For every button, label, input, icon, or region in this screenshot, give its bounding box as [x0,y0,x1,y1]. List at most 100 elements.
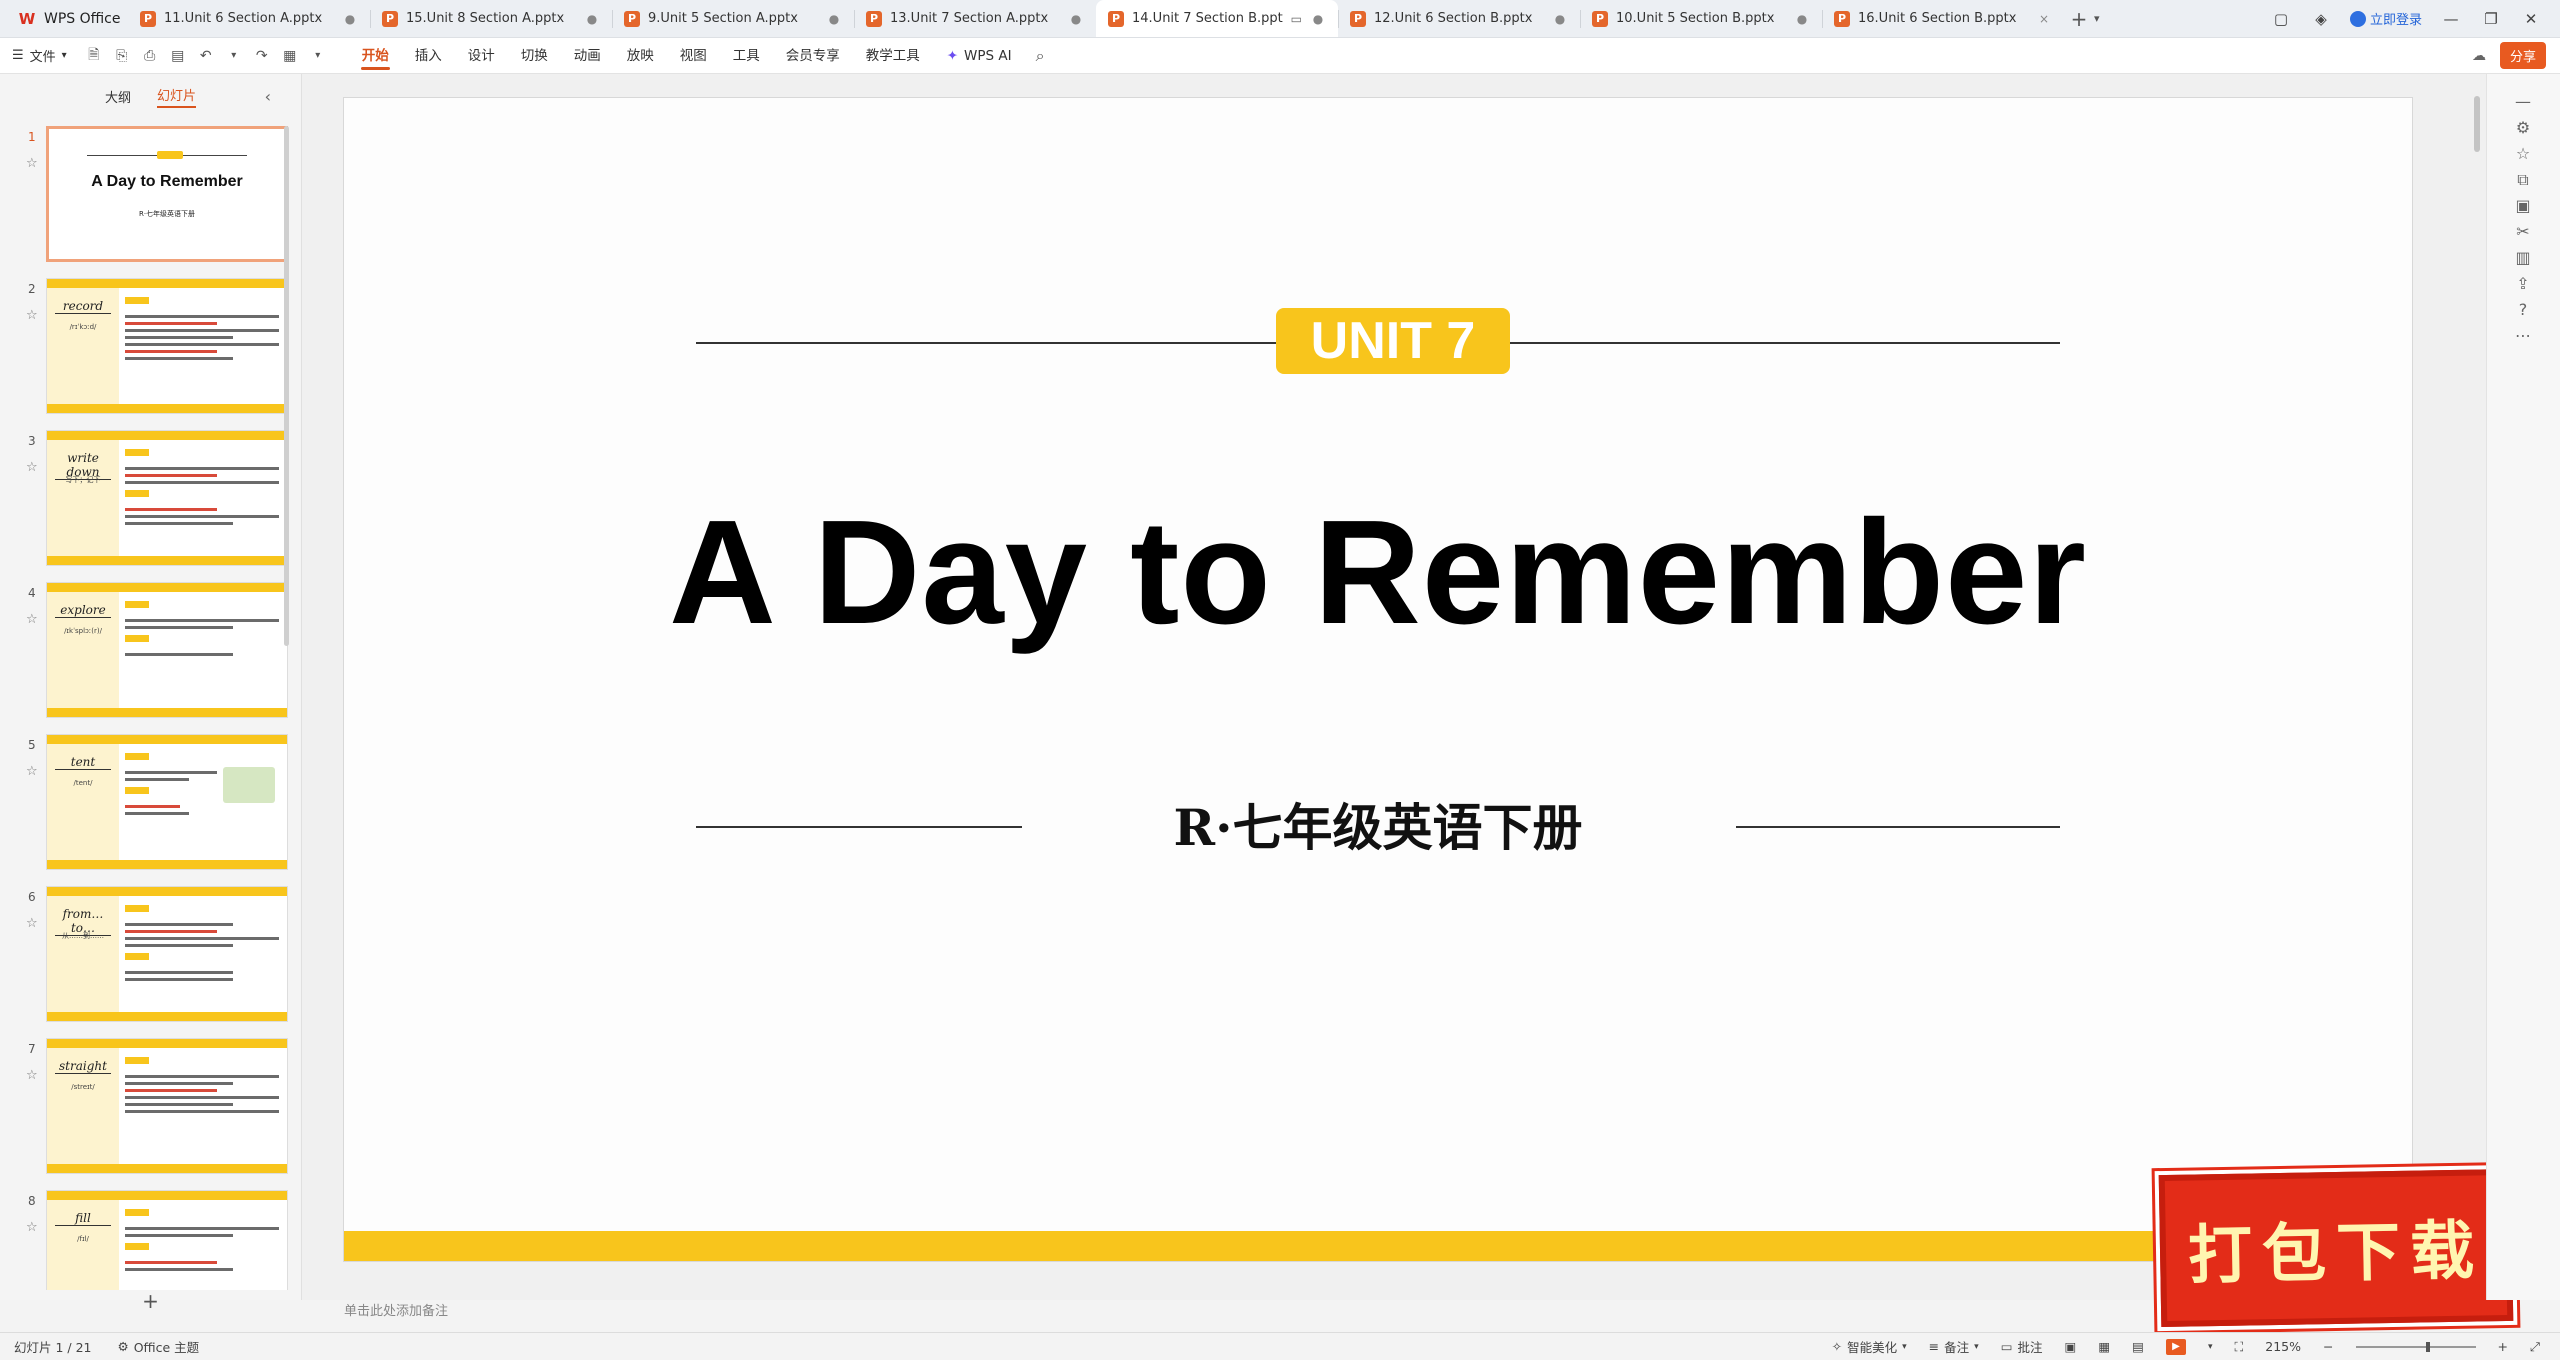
star-icon[interactable]: ☆ [26,764,38,779]
star-icon[interactable]: ☆ [26,916,38,931]
slide-thumb-row[interactable]: 5 ☆ tent /tent/ [0,734,302,870]
search-icon[interactable]: ⌕ [1026,46,1055,66]
tab-view[interactable]: 视图 [667,38,720,74]
star-icon[interactable]: ☆ [26,1220,38,1235]
export-pdf-icon[interactable]: ⎘ [113,48,131,64]
doc-tab[interactable]: P 13.Unit 7 Section A.pptx ● [854,0,1096,37]
cloud-sync-icon[interactable]: ☁ [2472,48,2486,64]
tab-close-icon[interactable]: ● [342,12,358,26]
tab-tools[interactable]: 工具 [720,38,773,74]
theme-indicator[interactable]: ⚙ Office 主题 [118,1337,200,1356]
tab-transitions[interactable]: 切换 [508,38,561,74]
doc-tab[interactable]: P 9.Unit 5 Section A.pptx ● [612,0,854,37]
star-icon[interactable]: ☆ [26,156,38,171]
redo-icon[interactable]: ↷ [253,48,271,64]
fullscreen-icon[interactable]: ⤢ [2530,1339,2540,1355]
smart-beautify-button[interactable]: ✧ 智能美化 ▾ [1832,1337,1907,1356]
slide-thumb-row[interactable]: 3 ☆ write down 写下；记下 [0,430,302,566]
tab-close-icon[interactable]: × [2036,12,2052,26]
star-icon[interactable]: ☆ [26,612,38,627]
slide-thumbnail[interactable]: from…to… 从……到…… [46,886,288,1022]
star-icon[interactable]: ☆ [26,1068,38,1083]
tab-animations[interactable]: 动画 [561,38,614,74]
panel-scrollbar[interactable] [284,126,289,646]
zoom-out-icon[interactable]: − [2323,1339,2333,1354]
slide-thumbnail[interactable]: record /rɪˈkɔːd/ [46,278,288,414]
book-icon[interactable]: ▥ [2513,248,2533,267]
window-layout-icon[interactable]: ▢ [2270,10,2292,28]
tab-insert[interactable]: 插入 [402,38,455,74]
star-icon[interactable]: ☆ [26,460,38,475]
slide-title[interactable]: A Day to Remember [344,488,2412,658]
minimize-icon[interactable]: — [2440,10,2462,28]
slide-thumb-row[interactable]: 7 ☆ straight /streɪt/ [0,1038,302,1174]
doc-tab[interactable]: P 15.Unit 8 Section A.pptx ● [370,0,612,37]
new-tab-plus-icon[interactable]: + [2064,0,2094,37]
zoom-level[interactable]: 215% [2265,1339,2301,1354]
slide-thumb-row[interactable]: 6 ☆ from…to… 从……到…… [0,886,302,1022]
tab-list-chevron-icon[interactable]: ▾ [2094,0,2114,37]
comment-button[interactable]: ▭ 批注 [2001,1337,2043,1356]
tab-slideshow[interactable]: 放映 [614,38,667,74]
tab-slides[interactable]: 幻灯片 [157,85,197,108]
play-slideshow-icon[interactable]: ▶ [2165,1338,2186,1355]
reading-view-icon[interactable]: ▤ [2132,1339,2144,1354]
add-slide-plus-icon[interactable]: + [0,1289,301,1313]
tab-close-icon[interactable]: ● [1794,12,1810,26]
monitor-icon[interactable]: ▭ [1291,12,1302,26]
slide-thumbnail[interactable]: A Day to Remember R·七年级英语下册 [46,126,288,262]
star-rail-icon[interactable]: ☆ [2513,144,2533,163]
download-stamp[interactable]: 打包下载 [2158,1168,2514,1328]
tab-close-icon[interactable]: ● [826,12,842,26]
doc-tab[interactable]: P 12.Unit 6 Section B.pptx ● [1338,0,1580,37]
slide-thumbnail[interactable]: tent /tent/ [46,734,288,870]
login-button[interactable]: 立即登录 [2349,9,2422,28]
slide-thumbnail[interactable]: fill /fɪl/ [46,1190,288,1290]
tab-member[interactable]: 会员专享 [773,38,853,74]
slide-canvas[interactable]: UNIT 7 A Day to Remember R·七年级英语下册 [344,98,2412,1261]
normal-view-icon[interactable]: ▣ [2065,1339,2077,1354]
slide-thumbnail[interactable]: straight /streɪt/ [46,1038,288,1174]
tools-icon[interactable]: ✂ [2513,222,2533,241]
slide-thumb-row[interactable]: 1 ☆ A Day to Remember R·七年级英语下册 [0,126,302,262]
undo-icon[interactable]: ↶ [197,48,215,64]
help-icon[interactable]: ? [2513,300,2533,319]
doc-tab[interactable]: P 16.Unit 6 Section B.pptx × [1822,0,2064,37]
zoom-slider-thumb[interactable] [2425,1341,2430,1352]
more-dropdown-icon[interactable]: ▾ [309,50,327,61]
print-icon[interactable]: ⎙ [141,48,159,64]
zoom-slider[interactable] [2355,1341,2476,1352]
slide-thumb-row[interactable]: 4 ☆ explore /ɪkˈsplɔː(r)/ [0,582,302,718]
save-icon[interactable]: 🗎 [85,44,103,68]
share-button[interactable]: 分享 [2499,42,2546,69]
print-preview-icon[interactable]: ▤ [169,48,187,64]
copy-icon[interactable]: ⧉ [2513,170,2533,190]
doc-tab[interactable]: P 10.Unit 5 Section B.pptx ● [1580,0,1822,37]
star-icon[interactable]: ☆ [26,308,38,323]
tab-close-icon[interactable]: ● [584,12,600,26]
undo-dropdown-icon[interactable]: ▾ [225,50,243,61]
close-window-icon[interactable]: ✕ [2520,10,2542,28]
tab-design[interactable]: 设计 [455,38,508,74]
fit-window-icon[interactable]: ⛶ [2235,1339,2244,1355]
collapse-panel-icon[interactable]: ‹ [265,87,271,106]
restore-icon[interactable]: ❐ [2480,10,2502,28]
slider-settings-icon[interactable]: ⚙ [2513,118,2533,137]
tab-outline[interactable]: 大纲 [105,87,131,106]
doc-tab-active[interactable]: P 14.Unit 7 Section B.pptx ▭ ● [1096,0,1338,37]
minimize-rail-icon[interactable]: — [2513,92,2533,111]
slide-thumb-row[interactable]: 2 ☆ record /rɪˈkɔːd/ [0,278,302,414]
tab-close-icon[interactable]: ● [1068,12,1084,26]
share-rail-icon[interactable]: ⇪ [2513,274,2533,293]
notes-button[interactable]: ≡ 备注 ▾ [1929,1337,1979,1356]
tab-teaching-tools[interactable]: 教学工具 [853,38,933,74]
cube-icon[interactable]: ◈ [2310,10,2332,28]
slide-thumbnail[interactable]: explore /ɪkˈsplɔː(r)/ [46,582,288,718]
tab-close-icon[interactable]: ● [1310,12,1326,26]
notes-input[interactable]: 单击此处添加备注 [344,1300,448,1319]
more-icon[interactable]: ⋯ [2513,326,2533,345]
sorter-view-icon[interactable]: ▦ [2098,1339,2110,1354]
play-dropdown-icon[interactable]: ▾ [2208,1342,2213,1352]
image-icon[interactable]: ▣ [2513,196,2533,215]
doc-tab[interactable]: P 11.Unit 6 Section A.pptx ● [128,0,370,37]
